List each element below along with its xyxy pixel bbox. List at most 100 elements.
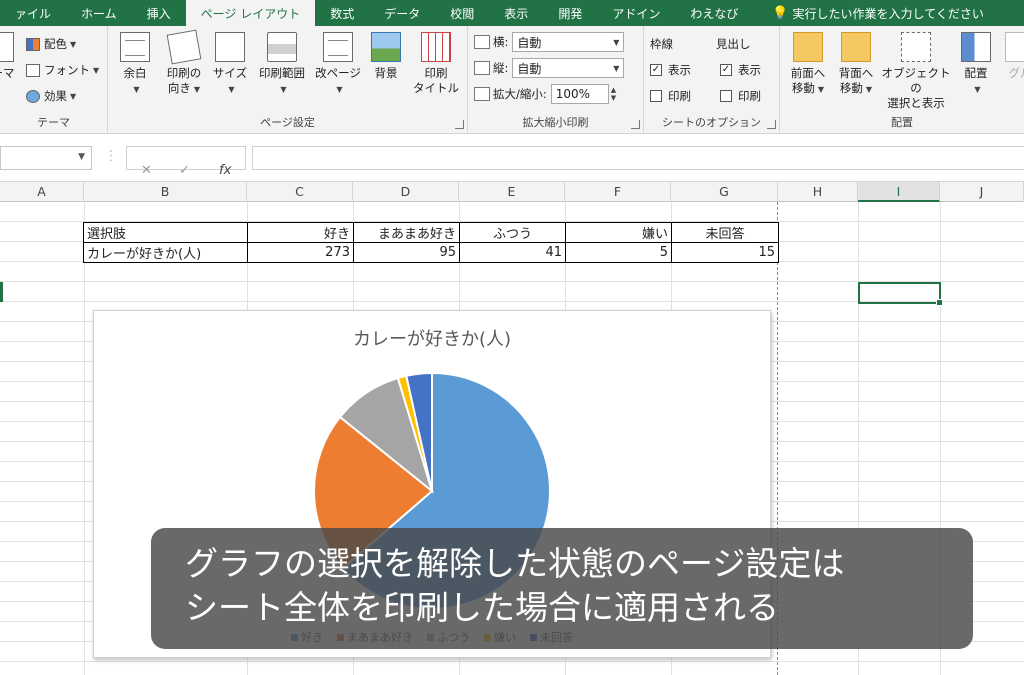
headings-print-label: 印刷 [738, 89, 761, 103]
column-header-g[interactable]: G [671, 182, 778, 202]
group-objects-icon [1005, 32, 1024, 62]
table-header-cell[interactable]: 選択肢 [83, 222, 248, 243]
breaks-button[interactable]: 改ページ ▼ [312, 32, 364, 97]
table-header-cell[interactable]: まあまあ好き [353, 222, 460, 243]
chevron-down-icon: ▼ [228, 85, 235, 94]
send-backward-label-1: 背面へ [838, 66, 874, 80]
table-cell[interactable]: 273 [247, 242, 354, 263]
effects-button[interactable]: 効果 ▼ [26, 88, 76, 104]
scale-label: 拡大/縮小: [493, 87, 547, 101]
table-header-cell[interactable]: 嫌い [565, 222, 672, 243]
group-objects-button[interactable]: グル [1000, 32, 1024, 81]
column-header-a[interactable]: A [0, 182, 84, 202]
name-box[interactable]: ▼ [0, 146, 92, 170]
column-header-f[interactable]: F [565, 182, 671, 202]
tell-me-search[interactable]: 💡 実行したい作業を入力してください [757, 0, 998, 26]
group-scale-to-fit: 横: 自動 ▼ 縦: 自動 ▼ 拡大/縮小: 100% ▲ ▼ 拡大縮小印刷 [468, 26, 644, 134]
tab-view[interactable]: 表示 [489, 0, 543, 26]
table-cell[interactable]: 95 [353, 242, 460, 263]
send-backward-icon [841, 32, 871, 62]
width-row: 横: 自動 ▼ [474, 32, 625, 52]
table-cell[interactable]: 41 [459, 242, 566, 263]
colors-icon [26, 37, 40, 51]
print-titles-label-1: 印刷 [424, 66, 448, 80]
print-area-button[interactable]: 印刷範囲 ▼ [254, 32, 310, 97]
themes-label: ーマ [0, 66, 15, 80]
cancel-button[interactable]: ✕ [141, 163, 152, 178]
tab-waenavi[interactable]: わえなび [675, 0, 753, 26]
tab-data[interactable]: データ [369, 0, 435, 26]
tab-developer[interactable]: 開発 [543, 0, 597, 26]
background-label: 背景 [374, 66, 398, 80]
bring-forward-label-1: 前面へ [790, 66, 826, 80]
chevron-down-icon: ▼ [280, 85, 287, 94]
fonts-button[interactable]: フォント ▼ [26, 62, 99, 78]
align-button[interactable]: 配置 ▼ [956, 32, 996, 97]
orientation-icon [166, 29, 202, 65]
orientation-button[interactable]: 印刷の 向き ▼ [160, 29, 208, 97]
ribbon-tabs: ァイル ホーム 挿入 ページ レイアウト 数式 データ 校閲 表示 開発 アドイ… [0, 0, 1024, 26]
tab-formulas[interactable]: 数式 [315, 0, 369, 26]
active-cell[interactable] [858, 282, 943, 306]
send-backward-button[interactable]: 背面へ 移動 ▼ [834, 32, 878, 97]
print-titles-icon [421, 32, 451, 62]
width-select[interactable]: 自動 ▼ [512, 32, 625, 52]
bring-forward-button[interactable]: 前面へ 移動 ▼ [786, 32, 830, 97]
page-setup-dialog-launcher[interactable] [455, 120, 464, 129]
height-icon [474, 61, 490, 75]
gridlines-print-label: 印刷 [668, 89, 691, 103]
table-cell[interactable]: 5 [565, 242, 672, 263]
enter-button[interactable]: ✓ [179, 163, 190, 178]
print-area-label: 印刷範囲 [259, 66, 305, 80]
group-objects-label: グル [1008, 66, 1024, 80]
column-header-b[interactable]: B [84, 182, 247, 202]
selection-pane-icon [901, 32, 931, 62]
group-arrange-label: 配置 [891, 116, 913, 129]
data-table: 選択肢 好き まあまあ好き ふつう 嫌い 未回答 カレーが好きか(人) 273 … [83, 222, 779, 263]
tab-home[interactable]: ホーム [66, 0, 132, 26]
selection-pane-button[interactable]: オブジェクトの 選択と表示 [880, 32, 952, 111]
lightbulb-icon: 💡 [772, 5, 789, 21]
chevron-down-icon: ▼ [70, 91, 77, 101]
gridlines-view-checkbox[interactable]: ✓ 表示 [650, 62, 691, 78]
width-icon [474, 35, 490, 49]
column-header-c[interactable]: C [247, 182, 353, 202]
insert-function-button[interactable]: fx [219, 163, 231, 178]
headings-view-checkbox[interactable]: ✓ 表示 [720, 62, 761, 78]
scale-input[interactable]: 100% [550, 84, 609, 104]
background-button[interactable]: 背景 [366, 32, 406, 81]
tab-insert[interactable]: 挿入 [132, 0, 186, 26]
chevron-down-icon: ▼ [78, 152, 85, 162]
height-select[interactable]: 自動 ▼ [512, 58, 625, 78]
tab-review[interactable]: 校閲 [435, 0, 489, 26]
sheet-options-dialog-launcher[interactable] [767, 120, 776, 129]
size-button[interactable]: サイズ ▼ [210, 32, 250, 97]
chevron-down-icon: ▼ [817, 85, 825, 94]
themes-button[interactable]: ーマ [0, 32, 20, 81]
orientation-label-2: 向き [167, 81, 191, 95]
breaks-label: 改ページ [315, 66, 361, 80]
scale-spinner[interactable]: ▲ ▼ [611, 86, 616, 102]
table-header-cell[interactable]: 未回答 [671, 222, 779, 243]
table-cell[interactable]: カレーが好きか(人) [83, 242, 248, 263]
column-header-d[interactable]: D [353, 182, 459, 202]
table-cell[interactable]: 15 [671, 242, 779, 263]
tab-page-layout[interactable]: ページ レイアウト [185, 0, 316, 26]
column-header-e[interactable]: E [459, 182, 565, 202]
tab-addins[interactable]: アドイン [597, 0, 675, 26]
column-header-j[interactable]: J [940, 182, 1024, 202]
margins-button[interactable]: 余白 ▼ [114, 32, 156, 97]
gridlines-print-checkbox[interactable]: 印刷 [650, 88, 691, 104]
colors-button[interactable]: 配色 ▼ [26, 36, 76, 52]
column-header-i[interactable]: I [858, 182, 940, 202]
group-scale-label: 拡大縮小印刷 [522, 116, 589, 129]
caption-line-2: シート全体を印刷した場合に適用される [185, 588, 779, 627]
formula-input[interactable] [252, 146, 1024, 170]
headings-print-checkbox[interactable]: 印刷 [720, 88, 761, 104]
print-titles-button[interactable]: 印刷 タイトル [412, 32, 460, 96]
table-header-cell[interactable]: ふつう [459, 222, 566, 243]
tab-file[interactable]: ァイル [0, 0, 66, 26]
column-header-h[interactable]: H [778, 182, 858, 202]
scale-dialog-launcher[interactable] [631, 120, 640, 129]
table-header-cell[interactable]: 好き [247, 222, 354, 243]
